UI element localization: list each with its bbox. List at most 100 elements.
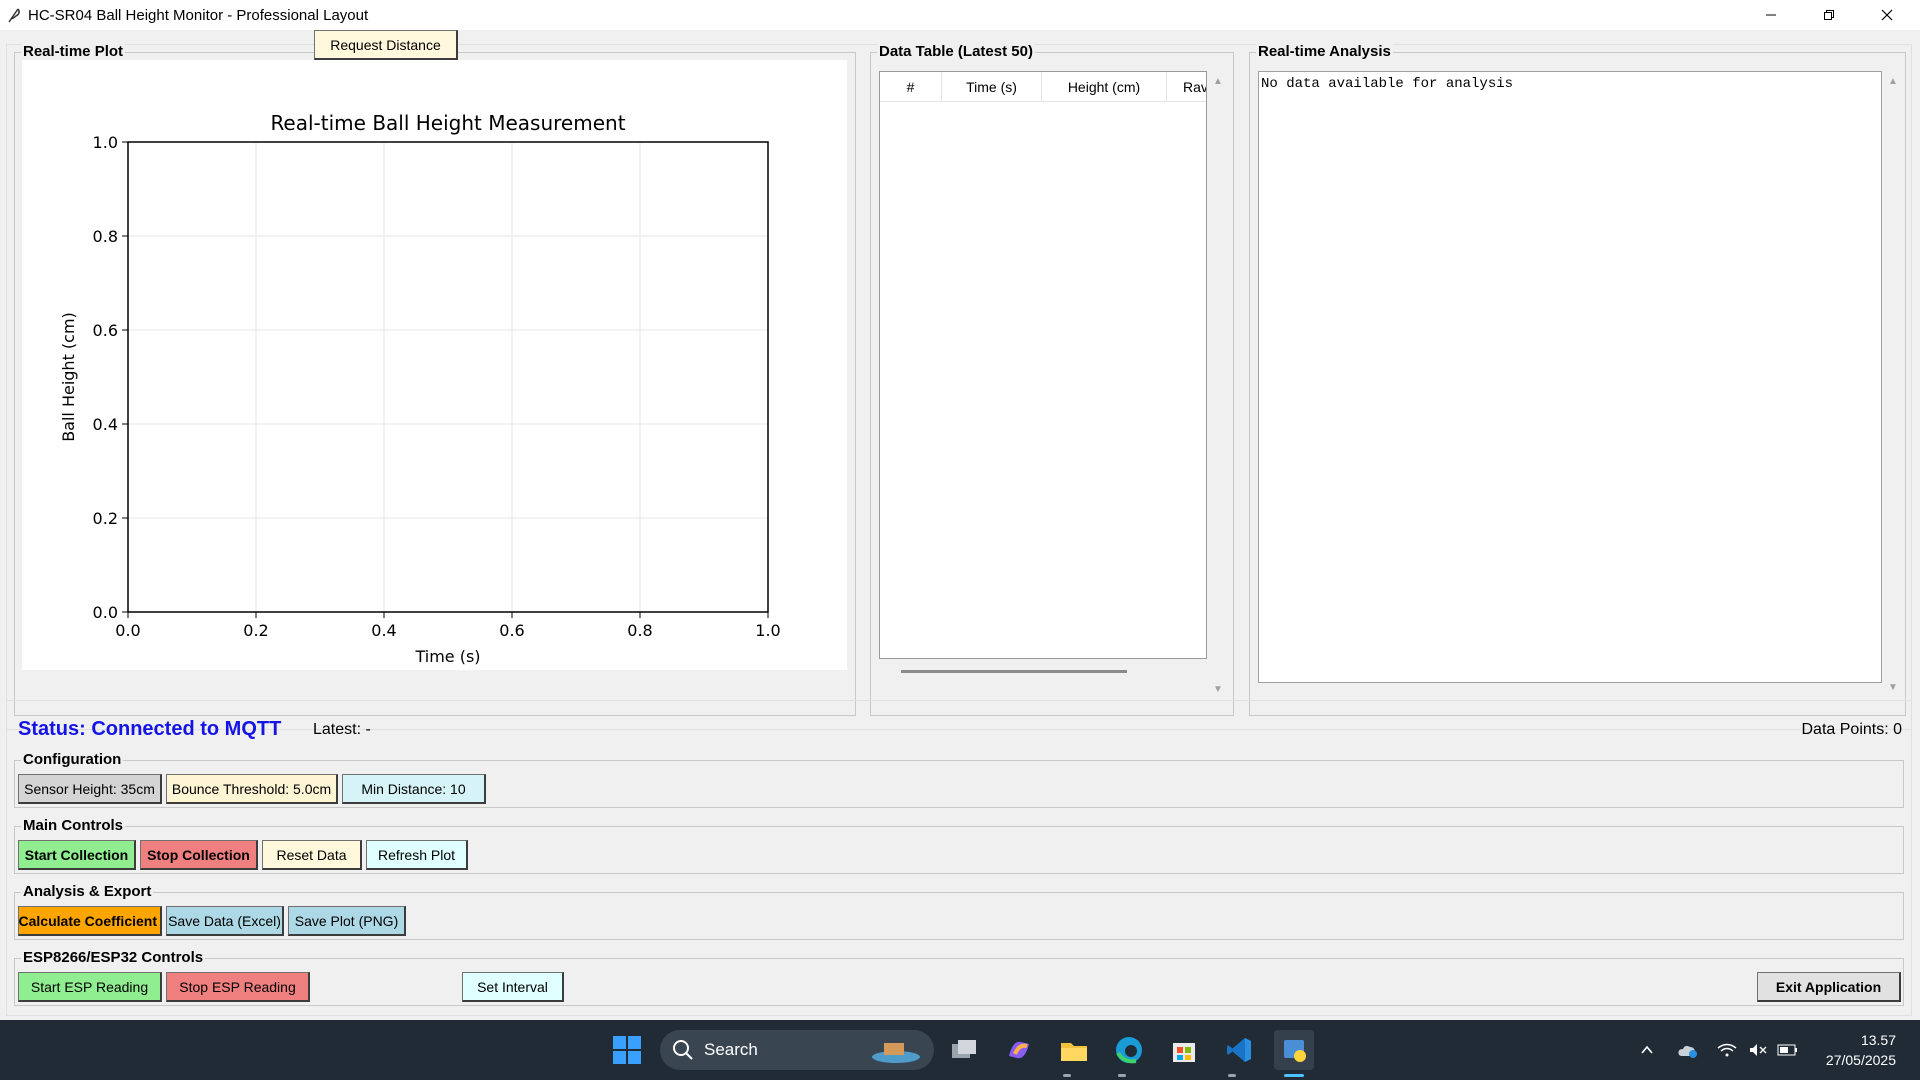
table-header: # Time (s) Height (cm) Rav xyxy=(880,72,1206,102)
x-tick-label: 0.4 xyxy=(371,621,396,640)
chart-title: Real-time Ball Height Measurement xyxy=(270,111,625,135)
python-icon xyxy=(1284,1040,1306,1062)
plot-group-label: Real-time Plot xyxy=(21,43,126,60)
python-app-button[interactable] xyxy=(1274,1030,1314,1070)
save-plot-png-button[interactable]: Save Plot (PNG) xyxy=(288,906,406,936)
search-icon xyxy=(673,1040,693,1060)
stop-collection-button[interactable]: Stop Collection xyxy=(140,840,258,870)
taskbar: Search 13.57 27/05/2025 xyxy=(0,1020,1920,1080)
esp-controls-label: ESP8266/ESP32 Controls xyxy=(21,949,206,966)
sensor-height-button[interactable]: Sensor Height: 35cm xyxy=(18,774,162,804)
save-data-excel-button[interactable]: Save Data (Excel) xyxy=(166,906,284,936)
y-tick-label: 1.0 xyxy=(93,133,118,152)
show-hidden-icons-button[interactable] xyxy=(1627,1030,1667,1070)
edge-running-indicator xyxy=(1118,1074,1126,1077)
status-label: Status: Connected to MQTT xyxy=(18,718,282,740)
data-points-count: Data Points: 0 xyxy=(1801,721,1903,738)
app-client-area: Real-time Plot 0.0 0.2 0.4 0.6 0.8 1.0 0.0 0.2 0… xyxy=(0,30,1920,1020)
x-tick-label: 1.0 xyxy=(755,621,780,640)
table-scroll-down-icon[interactable]: ▼ xyxy=(1210,681,1226,697)
table-scroll-up-icon[interactable]: ▲ xyxy=(1210,73,1226,89)
analysis-text-area[interactable]: No data available for analysis xyxy=(1258,71,1882,683)
latest-reading: Latest: - xyxy=(313,721,371,738)
y-axis-label: Ball Height (cm) xyxy=(59,312,78,442)
column-header-height[interactable]: Height (cm) xyxy=(1042,72,1167,102)
restore-icon xyxy=(1824,10,1834,20)
set-interval-button[interactable]: Set Interval xyxy=(462,972,564,1002)
analysis-group-label: Real-time Analysis xyxy=(1256,43,1393,60)
y-tick-label: 0.0 xyxy=(93,603,118,622)
calculate-coefficient-button[interactable]: Calculate Coefficient xyxy=(18,906,162,936)
battery-icon xyxy=(1777,1044,1797,1056)
onedrive-icon xyxy=(1678,1045,1697,1058)
vscode-button[interactable] xyxy=(1219,1030,1259,1070)
x-axis-label: Time (s) xyxy=(414,647,480,666)
table-group: Data Table (Latest 50) # Time (s) Height… xyxy=(870,44,1234,716)
table-horizontal-scrollbar[interactable] xyxy=(901,670,1127,673)
explorer-running-indicator xyxy=(1063,1074,1071,1077)
task-view-icon xyxy=(952,1040,976,1058)
windows-logo-icon xyxy=(613,1036,641,1064)
close-button[interactable] xyxy=(1858,0,1916,30)
refresh-plot-button[interactable]: Refresh Plot xyxy=(366,840,468,870)
exit-application-button[interactable]: Exit Application xyxy=(1757,972,1901,1002)
main-controls-label: Main Controls xyxy=(21,817,125,834)
restore-button[interactable] xyxy=(1800,0,1858,30)
analysis-group: Real-time Analysis No data available for… xyxy=(1249,44,1906,716)
bounce-threshold-button[interactable]: Bounce Threshold: 5.0cm xyxy=(166,774,338,804)
analysis-scroll-up-icon[interactable]: ▲ xyxy=(1885,73,1901,89)
close-icon xyxy=(1881,9,1893,21)
x-tick-label: 0.2 xyxy=(243,621,268,640)
start-esp-reading-button[interactable]: Start ESP Reading xyxy=(18,972,162,1002)
x-tick-label: 0.6 xyxy=(499,621,524,640)
copilot-icon xyxy=(1009,1041,1029,1059)
min-distance-button[interactable]: Min Distance: 10 xyxy=(342,774,486,804)
column-header-index[interactable]: # xyxy=(880,72,942,102)
volume-muted-icon xyxy=(1750,1044,1767,1056)
configuration-label: Configuration xyxy=(21,751,124,768)
app-feather-icon xyxy=(8,8,20,23)
python-active-indicator xyxy=(1284,1074,1304,1077)
title-bar: HC-SR04 Ball Height Monitor - Profession… xyxy=(0,0,1920,30)
taskbar-search[interactable]: Search xyxy=(660,1030,934,1070)
y-tick-label: 0.6 xyxy=(93,321,118,340)
file-explorer-button[interactable] xyxy=(1054,1030,1094,1070)
copilot-button[interactable] xyxy=(999,1030,1039,1070)
analysis-scroll-down-icon[interactable]: ▼ xyxy=(1885,679,1901,695)
minimize-button[interactable] xyxy=(1742,0,1800,30)
y-tick-label: 0.2 xyxy=(93,509,118,528)
clock-time: 13.57 xyxy=(1860,1032,1896,1048)
analysis-export-label: Analysis & Export xyxy=(21,883,154,900)
search-highlight-icon xyxy=(872,1043,920,1063)
battery-button[interactable] xyxy=(1768,1030,1808,1070)
onedrive-button[interactable] xyxy=(1667,1030,1707,1070)
request-distance-button[interactable]: Request Distance xyxy=(314,30,458,60)
search-label: Search xyxy=(704,1040,758,1059)
window-title: HC-SR04 Ball Height Monitor - Profession… xyxy=(28,6,369,24)
taskbar-clock[interactable]: 13.57 27/05/2025 xyxy=(1826,1030,1896,1070)
plot-group: Real-time Plot 0.0 0.2 0.4 0.6 0.8 1.0 0.0 0.2 0… xyxy=(14,44,856,716)
minimize-icon xyxy=(1766,14,1776,16)
column-header-raw[interactable]: Rav xyxy=(1167,72,1206,102)
start-button[interactable] xyxy=(607,1030,647,1070)
store-button[interactable] xyxy=(1164,1030,1204,1070)
data-table[interactable]: # Time (s) Height (cm) Rav xyxy=(879,71,1207,659)
vscode-running-indicator xyxy=(1228,1074,1236,1077)
y-tick-label: 0.4 xyxy=(93,415,118,434)
clock-date: 27/05/2025 xyxy=(1825,1052,1896,1068)
stop-esp-reading-button[interactable]: Stop ESP Reading xyxy=(166,972,310,1002)
task-view-button[interactable] xyxy=(944,1030,984,1070)
store-icon xyxy=(1173,1043,1195,1062)
wifi-icon xyxy=(1717,1043,1737,1057)
plot-canvas: 0.0 0.2 0.4 0.6 0.8 1.0 0.0 0.2 0.4 0.6 0.8 1.0 Real… xyxy=(22,60,847,670)
column-header-time[interactable]: Time (s) xyxy=(942,72,1042,102)
edge-browser-button[interactable] xyxy=(1109,1030,1149,1070)
start-collection-button[interactable]: Start Collection xyxy=(18,840,136,870)
folder-icon xyxy=(1061,1043,1087,1061)
chevron-up-icon xyxy=(1641,1045,1653,1054)
vscode-icon xyxy=(1227,1038,1251,1062)
table-group-label: Data Table (Latest 50) xyxy=(877,43,1035,60)
reset-data-button[interactable]: Reset Data xyxy=(262,840,362,870)
plot-frame xyxy=(127,141,769,613)
edge-icon xyxy=(1116,1037,1142,1064)
